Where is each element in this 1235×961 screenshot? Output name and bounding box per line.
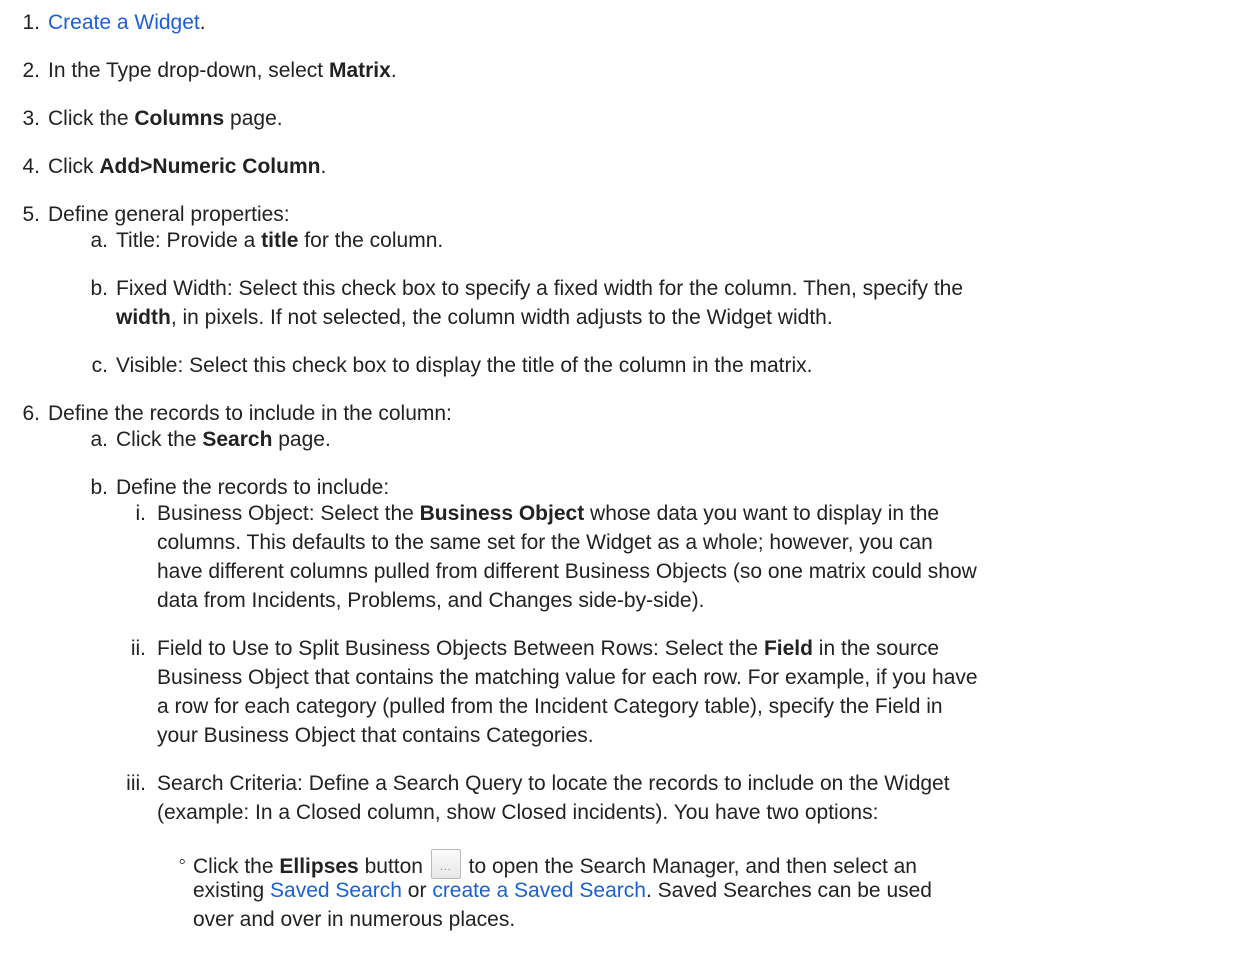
bullet-line2: existing Saved Search or create a Saved … <box>193 878 932 904</box>
item-ii-line3: a row for each category (pulled from the… <box>157 695 943 718</box>
step-text: Click the <box>193 855 280 878</box>
step-emphasis: Matrix <box>328 59 391 82</box>
step-6: Define the records to include in the col… <box>48 402 452 425</box>
step-text: Click the <box>116 428 203 451</box>
step-4: Click Add>Numeric Column. <box>48 154 326 180</box>
item-i-line2: columns. This defaults to the same set f… <box>157 531 933 554</box>
item-iii-line2: (example: In a Closed column, show Close… <box>157 801 879 824</box>
step-1: Create a Widget. <box>48 10 206 36</box>
step-text: . <box>320 155 327 178</box>
item-ii-line2: Business Object that contains the matchi… <box>157 666 978 689</box>
step-text: In the Type drop-down, select <box>48 59 329 82</box>
step-emphasis: title <box>261 229 299 252</box>
step-emphasis: Columns <box>134 107 225 130</box>
step-text: . Saved Searches can be used <box>645 879 932 902</box>
item-i-line3: have different columns pulled from diffe… <box>157 560 977 583</box>
substep-number: b. <box>90 476 108 499</box>
bullet-marker: ◦ <box>178 850 186 873</box>
item-number: iii. <box>126 772 146 795</box>
step-text: , in pixels. If not selected, the column… <box>170 306 833 329</box>
step-2: In the Type drop-down, select Matrix. <box>48 58 397 84</box>
step-text: existing <box>193 879 271 902</box>
ellipses-button-icon[interactable]: ... <box>430 849 461 879</box>
step-emphasis: Ellipses <box>279 855 359 878</box>
step-text: . <box>199 11 206 34</box>
substep-5b-line2: width, in pixels. If not selected, the c… <box>116 305 833 331</box>
substep-number: b. <box>90 277 108 300</box>
step-text: . <box>390 59 397 82</box>
substep-5b-line1: Fixed Width: Select this check box to sp… <box>116 277 964 300</box>
substep-5a: Title: Provide a title for the column. <box>116 228 443 254</box>
step-text: Click the <box>48 107 135 130</box>
step-text: Field to Use to Split Business Objects B… <box>157 637 764 660</box>
step-text: whose data you want to display in the <box>584 502 940 525</box>
item-number: ii. <box>130 637 146 660</box>
step-number: 2. <box>22 59 40 82</box>
step-emphasis: Field <box>763 637 813 660</box>
step-number: 6. <box>22 402 40 425</box>
bullet-line1: Click the Ellipses button ... to open th… <box>193 849 917 880</box>
step-text: page. <box>272 428 331 451</box>
step-text: Click <box>48 155 100 178</box>
step-text: for the column. <box>298 229 444 252</box>
step-emphasis: Search <box>202 428 273 451</box>
item-number: i. <box>135 502 147 525</box>
step-number: 3. <box>22 107 40 130</box>
item-iii-line1: Search Criteria: Define a Search Query t… <box>157 772 950 795</box>
step-number: 5. <box>22 203 40 226</box>
step-number: 4. <box>22 155 40 178</box>
item-ii-line4: your Business Object that contains Categ… <box>157 724 594 747</box>
step-5: Define general properties: <box>48 203 290 226</box>
item-ii-line1: Field to Use to Split Business Objects B… <box>157 636 939 662</box>
substep-number: c. <box>91 354 108 377</box>
step-3: Click the Columns page. <box>48 106 283 132</box>
step-text: button <box>358 855 429 878</box>
step-text: Business Object: Select the <box>157 502 420 525</box>
step-emphasis: Business Object <box>419 502 585 525</box>
bullet-line3: over and over in numerous places. <box>193 908 516 931</box>
item-i-line4: data from Incidents, Problems, and Chang… <box>157 589 705 612</box>
step-emphasis: Add>Numeric Column <box>99 155 321 178</box>
step-number: 1. <box>22 11 40 34</box>
substep-number: a. <box>90 229 108 252</box>
substep-number: a. <box>90 428 108 451</box>
step-emphasis: width <box>116 306 171 329</box>
step-text: or <box>401 879 433 902</box>
substep-5c: Visible: Select this check box to displa… <box>116 354 813 377</box>
step-text: page. <box>224 107 283 130</box>
create-saved-search-link[interactable]: create a Saved Search <box>432 879 646 902</box>
create-widget-link[interactable]: Create a Widget <box>48 11 200 34</box>
item-i-line1: Business Object: Select the Business Obj… <box>157 501 939 527</box>
saved-search-link[interactable]: Saved Search <box>270 879 402 902</box>
step-text: to open the Search Manager, and then sel… <box>462 855 917 878</box>
step-text: in the source <box>812 637 940 660</box>
substep-6b: Define the records to include: <box>116 476 390 499</box>
step-text: Title: Provide a <box>116 229 262 252</box>
substep-6a: Click the Search page. <box>116 427 331 453</box>
